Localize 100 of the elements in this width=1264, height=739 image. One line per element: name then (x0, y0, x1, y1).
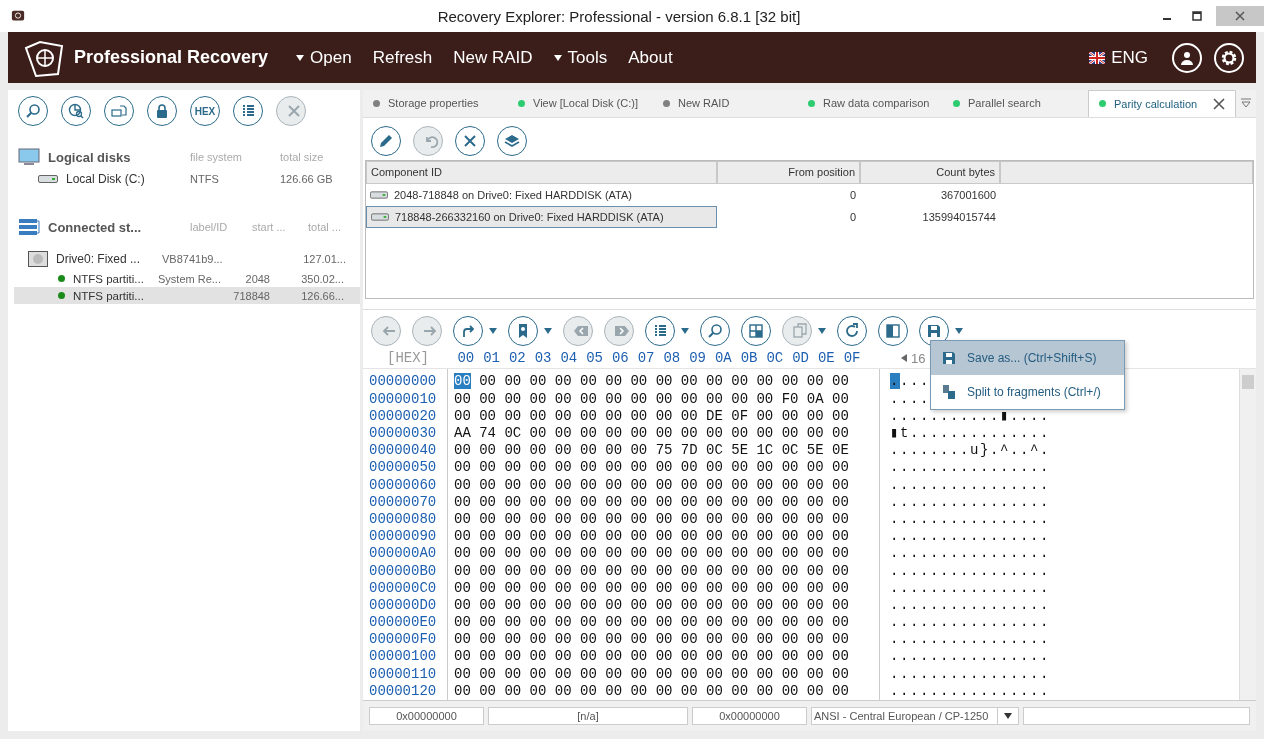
status-dot (58, 275, 65, 282)
column-header[interactable]: From position (717, 160, 860, 184)
toolbar-button[interactable] (104, 96, 134, 126)
toolbar-button[interactable] (508, 316, 538, 347)
tab[interactable]: Parity calculation (1088, 90, 1237, 117)
tab[interactable]: View [Local Disk (C:)] (508, 90, 653, 117)
tab[interactable]: Parallel search (943, 90, 1088, 117)
cursor-char[interactable]: . (890, 373, 900, 390)
toolbar-button[interactable] (453, 316, 483, 347)
cursor-byte[interactable]: 00 (454, 373, 471, 390)
column-header: file system (190, 151, 243, 163)
close-icon (286, 103, 302, 119)
column-header: total size (280, 151, 325, 163)
partition-start: 2048 (244, 272, 270, 285)
menu-item[interactable]: Open (296, 47, 352, 68)
offset: 00000050 (368, 459, 438, 477)
monitor-icon (18, 148, 40, 166)
partition-name[interactable]: NTFS partiti... (73, 272, 144, 285)
offset: 00000010 (368, 390, 438, 408)
close-icon (462, 132, 478, 149)
column-header: 08 (662, 350, 682, 367)
scrollbar[interactable] (1239, 369, 1256, 700)
hex-bytes: 00 00 00 00 00 00 00 00 00 00 00 00 00 00 00 00 (454, 545, 849, 562)
server-icon (18, 218, 40, 236)
hex-bytes: 00 00 00 00 00 00 00 00 00 00 00 00 00 00 00 00 (454, 631, 849, 648)
scroll-left-icon[interactable] (901, 354, 907, 363)
toolbar-button[interactable] (700, 316, 730, 347)
tab[interactable]: New RAID (653, 90, 798, 117)
save-icon (926, 323, 942, 340)
window-title: Recovery Explorer: Professional - version 6.8.1 [32 bit] (436, 7, 802, 25)
lock-icon (154, 103, 170, 119)
text-bytes: ................ (890, 579, 1051, 596)
text-bytes: ........u}.^..^. (890, 442, 1051, 459)
column-header: 07 (636, 350, 656, 367)
toolbar-button[interactable] (645, 316, 675, 347)
text-bytes: ...........▮.... (890, 407, 1051, 424)
hex-bytes: 00 00 00 00 00 00 00 00 00 00 DE 0F 00 00 00 00 (454, 407, 849, 424)
file-system: NTFS (190, 173, 220, 185)
column-header[interactable]: Count bytes (860, 160, 1000, 184)
hex-bytes: 00 00 00 00 00 00 00 00 00 00 00 00 00 00 00 00 (454, 459, 849, 476)
toolbar-button[interactable] (741, 316, 771, 347)
offset: 00000120 (368, 682, 438, 700)
text-bytes: ................ (890, 545, 1051, 562)
search-icon (25, 103, 41, 119)
column-header: 04 (559, 350, 579, 367)
settings-button[interactable] (1214, 42, 1244, 73)
offset: 000000D0 (368, 596, 438, 615)
table-cell[interactable]: 718848-266332160 on Drive0: Fixed HARDDISK (ATA) (366, 205, 717, 228)
toolbar-button[interactable] (18, 96, 48, 126)
toolbar-button[interactable] (147, 96, 177, 126)
drive-icon (28, 251, 48, 267)
total-size: 126.66 GB (280, 173, 334, 185)
toolbar-button[interactable] (878, 316, 908, 347)
split-icon (941, 384, 957, 401)
text-bytes: .... (890, 390, 930, 407)
menu-item[interactable]: Refresh (372, 47, 433, 68)
menu-item[interactable]: Split to fragments (Ctrl+/) (931, 375, 1124, 410)
search-icon (707, 323, 723, 340)
column-header: 0B (739, 350, 759, 367)
column-header: 0F (842, 350, 862, 367)
column-header: 03 (533, 350, 553, 367)
partition-name[interactable]: NTFS partiti... (73, 289, 144, 302)
hex-bytes: 00 00 00 00 00 00 00 00 00 00 00 00 00 00 00 00 (454, 562, 849, 579)
section-title: Connected st... (48, 219, 142, 235)
selected-row[interactable]: NTFS partiti... 718848 126.66... (14, 287, 360, 304)
table-cell[interactable]: 2048-718848 on Drive0: Fixed HARDDISK (ATA) (366, 184, 717, 205)
toolbar-button[interactable] (455, 125, 485, 156)
toolbar-button[interactable] (371, 125, 401, 156)
menu-item[interactable]: New RAID (453, 47, 533, 68)
close-icon[interactable] (1213, 97, 1226, 110)
offset: 000000B0 (368, 562, 438, 580)
tab[interactable]: Storage properties (363, 90, 508, 117)
text-bytes: ... (900, 373, 931, 390)
bytes-per-row: 16 (911, 350, 926, 366)
drive-name[interactable]: Drive0: Fixed ... (56, 252, 141, 266)
list-icon (240, 103, 256, 119)
dropdown-icon[interactable] (1240, 97, 1253, 110)
offset: 00000020 (368, 407, 438, 425)
toolbar-button[interactable] (497, 125, 527, 156)
drive-total: 127.01... (302, 253, 346, 265)
hex-bytes: 00 00 00 00 00 00 00 00 00 00 00 00 00 00 00 00 (454, 614, 849, 631)
text-bytes: ................ (890, 510, 1051, 527)
account-button[interactable] (1172, 42, 1202, 73)
encoding-dropdown[interactable]: ANSI - Central European / CP-1250 (811, 707, 1019, 725)
offset: 00000070 (368, 493, 438, 511)
column-header[interactable]: Component ID (366, 160, 717, 184)
offset: 00000080 (368, 510, 438, 529)
caret-icon (1004, 713, 1012, 719)
toolbar-button[interactable] (233, 96, 263, 126)
maximize-icon[interactable] (1192, 11, 1202, 21)
toolbar-button[interactable] (837, 316, 867, 347)
tab[interactable]: Raw data comparison (798, 90, 943, 117)
disk-image-icon (111, 103, 127, 119)
hex-button[interactable]: HEX (190, 96, 220, 126)
disk-name[interactable]: Local Disk (C:) (66, 172, 145, 186)
menu-item[interactable]: About (628, 47, 673, 68)
menu-item[interactable]: Tools (553, 47, 608, 68)
menu-item[interactable]: Save as... (Ctrl+Shift+S) (931, 341, 1124, 376)
language-button[interactable]: ENG (1111, 47, 1148, 68)
toolbar-button[interactable] (61, 96, 91, 126)
